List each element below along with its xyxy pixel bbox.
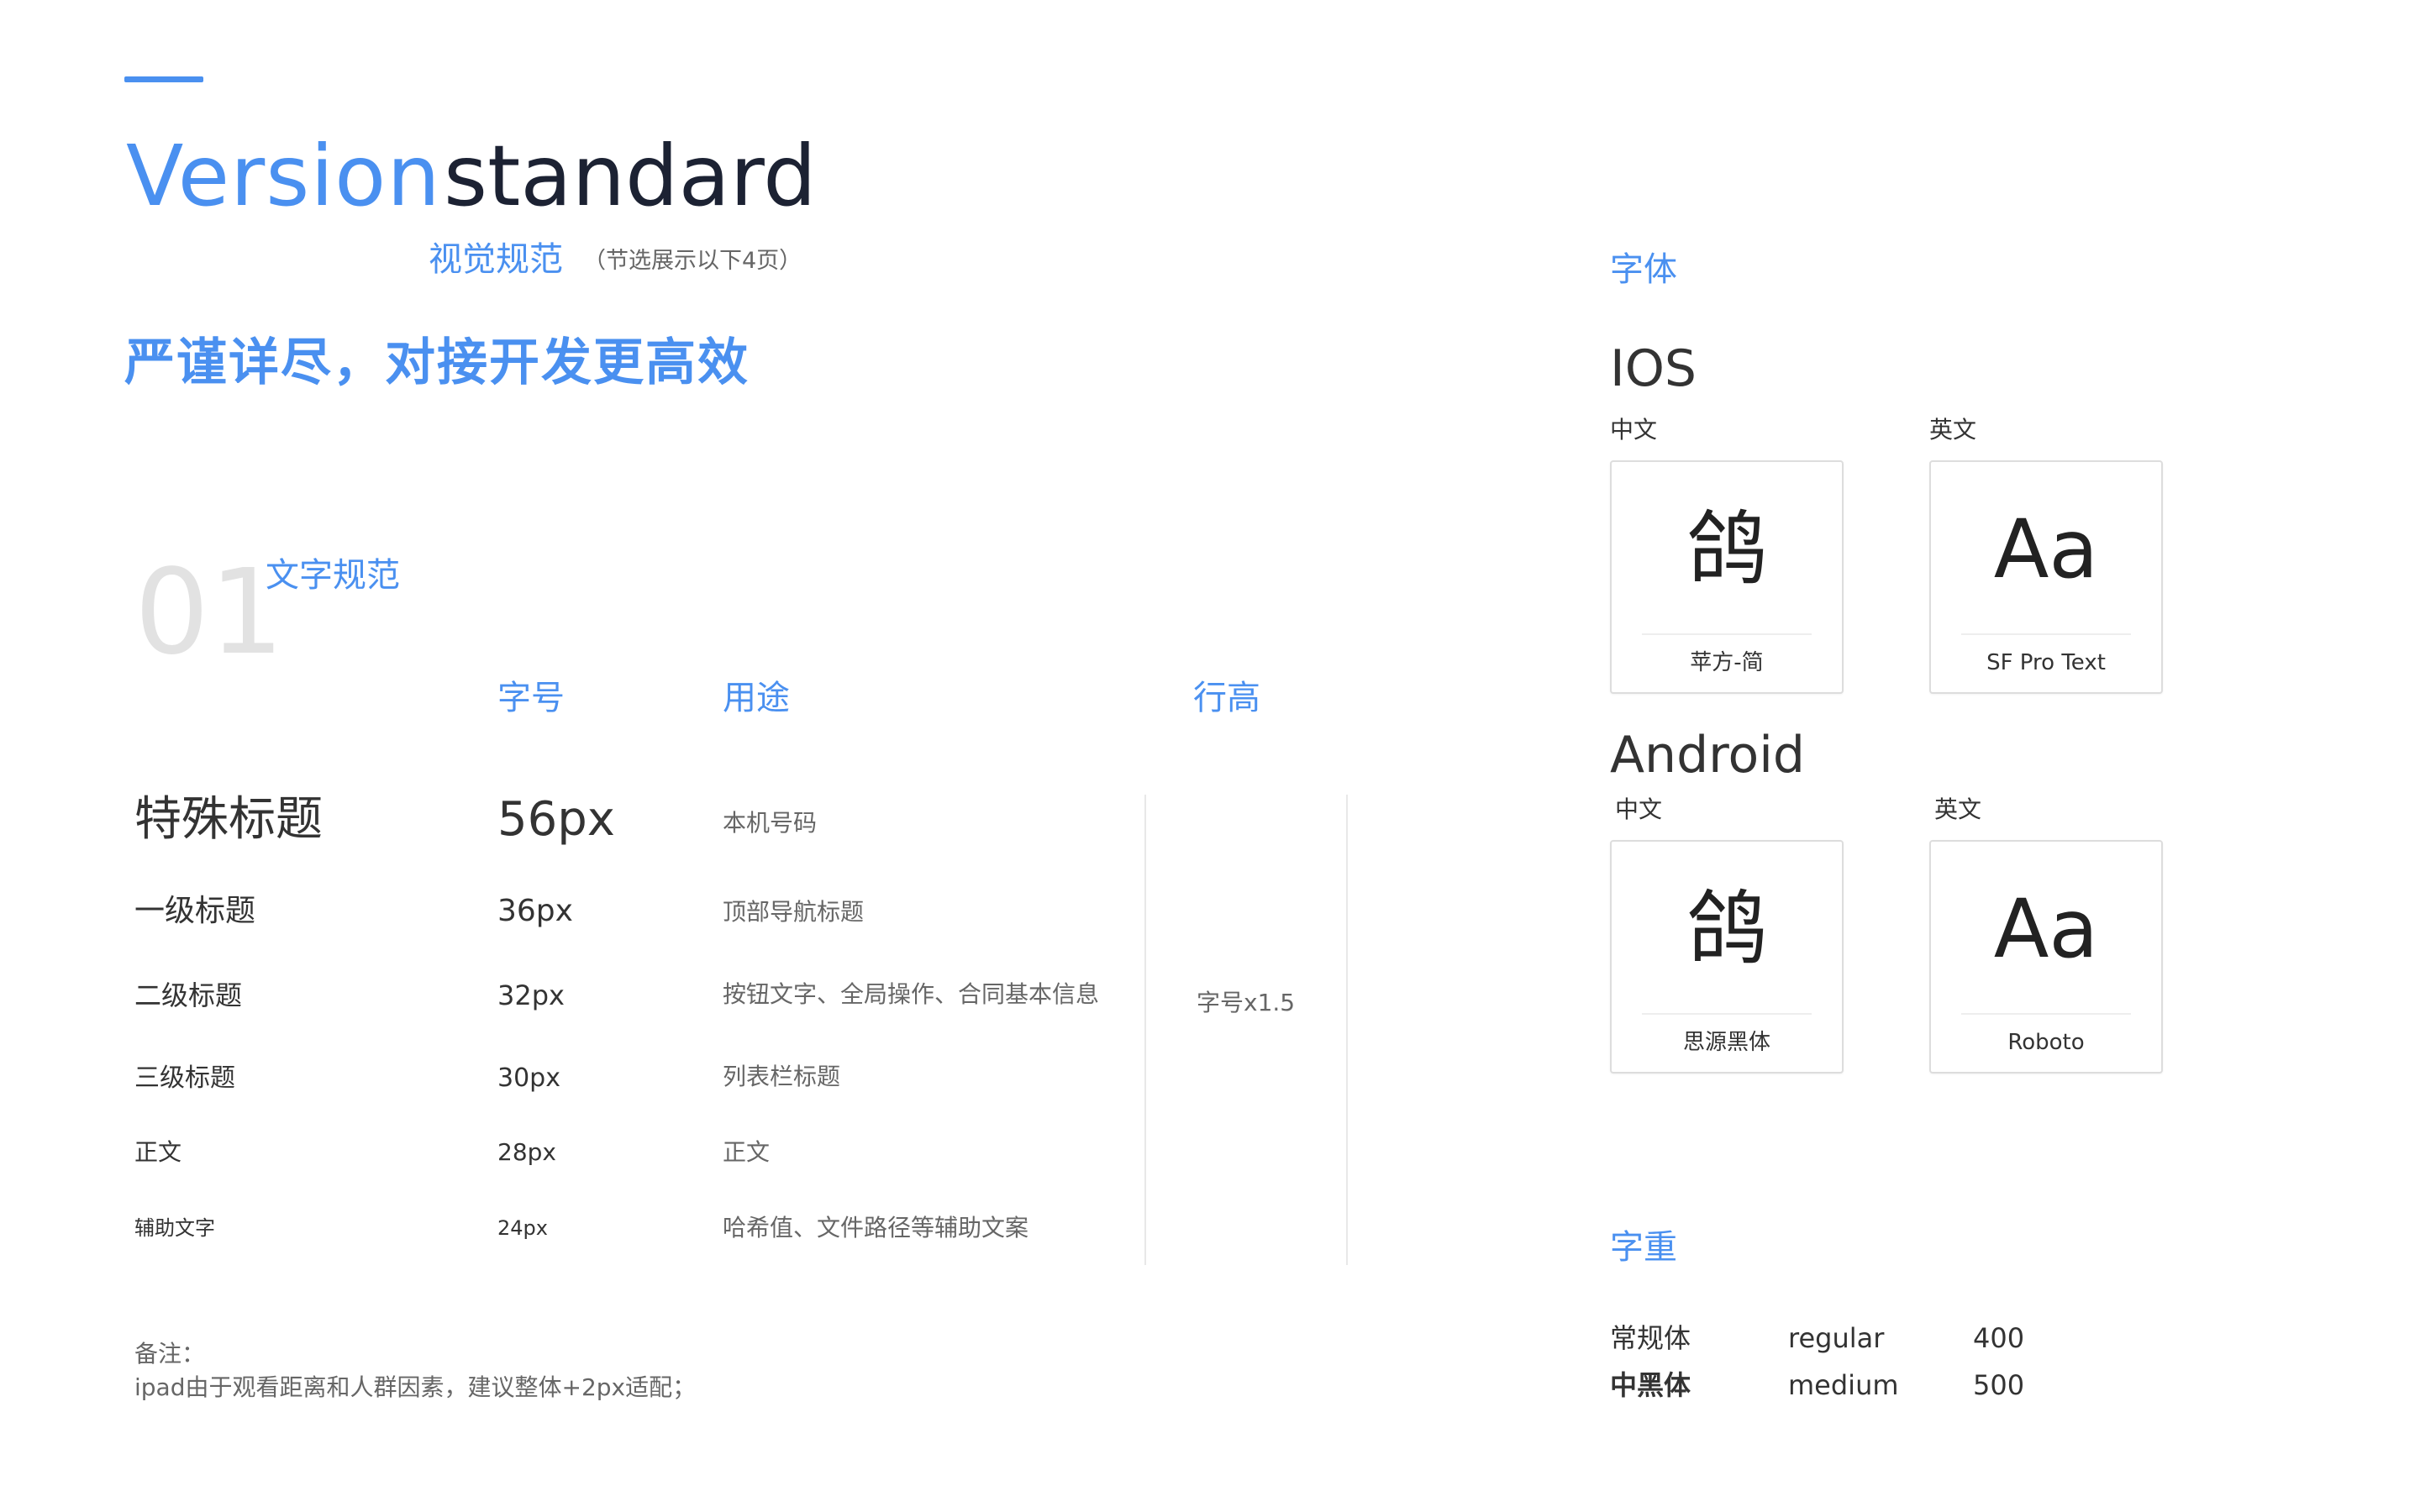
note-text: ipad由于观看距离和人群因素，建议整体+2px适配；	[134, 1373, 697, 1401]
row-use: 哈希值、文件路径等辅助文案	[723, 1214, 1029, 1242]
section-number: 01	[134, 544, 285, 681]
font-card-android-english: Aa Roboto	[1929, 840, 2163, 1074]
slogan: 严谨详尽，对接开发更高效	[124, 333, 750, 392]
weight-en: medium	[1788, 1369, 1899, 1401]
glyph-sample: Aa	[1993, 502, 2099, 596]
row-use: 顶部导航标题	[723, 898, 865, 926]
column-divider	[1346, 795, 1348, 1265]
english-label: 英文	[1929, 416, 1977, 444]
card-divider	[1961, 1013, 2131, 1015]
card-divider	[1642, 633, 1812, 635]
row-size: 56px	[497, 792, 615, 847]
row-use: 正文	[723, 1138, 771, 1166]
row-size: 32px	[497, 979, 565, 1011]
title-version: Version	[126, 127, 441, 225]
glyph-sample: 鸽	[1686, 882, 1767, 976]
column-divider	[1144, 795, 1146, 1265]
row-use: 列表栏标题	[723, 1063, 841, 1090]
chinese-label: 中文	[1615, 795, 1663, 823]
weight-cn: 常规体	[1610, 1322, 1691, 1354]
row-size: 30px	[497, 1063, 560, 1093]
subtitle-note: （节选展示以下4页）	[583, 248, 802, 274]
font-card-android-chinese: 鸽 思源黑体	[1610, 840, 1844, 1074]
weights-heading: 字重	[1610, 1228, 1677, 1267]
fonts-heading: 字体	[1610, 250, 1677, 289]
english-label: 英文	[1934, 795, 1982, 823]
note-label: 备注：	[134, 1340, 206, 1368]
row-name: 正文	[134, 1138, 182, 1166]
font-name: 思源黑体	[1682, 1030, 1770, 1055]
row-size: 24px	[497, 1216, 548, 1240]
font-name: 苹方-简	[1690, 650, 1764, 675]
glyph-sample: Aa	[1993, 882, 2099, 976]
row-use: 本机号码	[723, 809, 818, 837]
row-name: 辅助文字	[134, 1216, 215, 1240]
section-title: 文字规范	[266, 556, 400, 595]
row-name: 三级标题	[134, 1063, 235, 1093]
column-header-size: 字号	[497, 679, 565, 717]
font-card-ios-chinese: 鸽 苹方-简	[1610, 460, 1844, 694]
accent-bar	[124, 76, 203, 82]
font-name: Roboto	[2007, 1030, 2085, 1055]
row-size: 28px	[497, 1138, 556, 1166]
row-name: 一级标题	[134, 894, 256, 928]
font-card-ios-english: Aa SF Pro Text	[1929, 460, 2163, 694]
card-divider	[1961, 633, 2131, 635]
font-name: SF Pro Text	[1986, 650, 2106, 675]
glyph-sample: 鸽	[1686, 502, 1767, 596]
chinese-label: 中文	[1610, 416, 1658, 444]
weight-value: 400	[1973, 1322, 2025, 1354]
weight-cn: 中黑体	[1610, 1369, 1691, 1401]
platform-label-android: Android	[1610, 726, 1805, 785]
column-header-use: 用途	[723, 679, 790, 717]
card-divider	[1642, 1013, 1812, 1015]
weight-value: 500	[1973, 1369, 2025, 1401]
subtitle: 视觉规范	[429, 240, 563, 279]
row-size: 36px	[497, 894, 573, 928]
row-name: 二级标题	[134, 979, 243, 1011]
row-use: 按钮文字、全局操作、合同基本信息	[723, 980, 1100, 1008]
platform-label-ios: IOS	[1610, 339, 1697, 398]
weight-en: regular	[1788, 1322, 1885, 1354]
title-standard: standard	[444, 127, 817, 225]
column-header-line-height: 行高	[1193, 679, 1260, 717]
row-name: 特殊标题	[134, 792, 323, 847]
line-height-value: 字号x1.5	[1197, 989, 1296, 1016]
